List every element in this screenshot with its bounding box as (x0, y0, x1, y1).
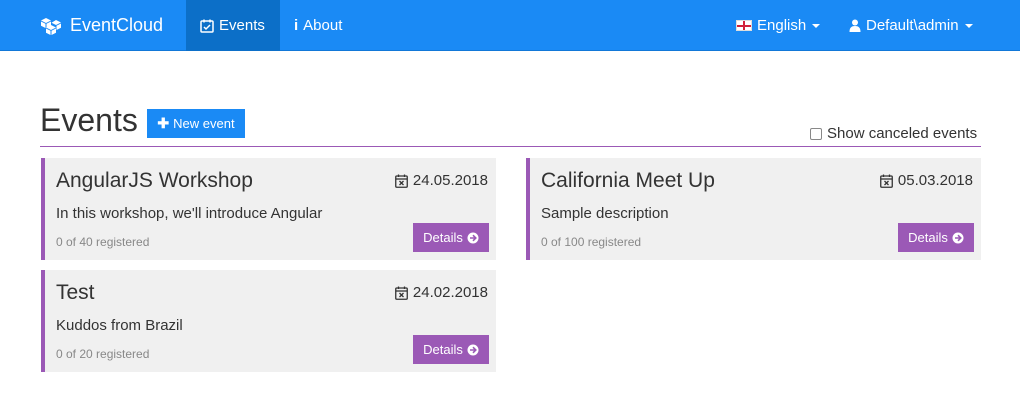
event-date-text: 05.03.2018 (897, 172, 973, 189)
cubes-icon (41, 17, 61, 35)
language-label: English (757, 17, 807, 34)
details-label: Details (908, 230, 948, 245)
event-date-text: 24.05.2018 (412, 172, 488, 189)
event-card: Test 24.02.2018 Kuddos from Brazil 0 of … (41, 270, 496, 372)
language-dropdown[interactable]: English (736, 0, 821, 51)
event-description: Sample description (541, 205, 669, 222)
new-event-button[interactable]: ✚ New event (147, 109, 245, 138)
event-details-button[interactable]: Details (898, 223, 974, 252)
nav-events[interactable]: Events (186, 0, 280, 51)
user-label: Default\admin (866, 17, 959, 34)
arrow-circle-right-icon (467, 344, 479, 356)
event-card: AngularJS Workshop 24.05.2018 In this wo… (41, 158, 496, 260)
event-date: 24.05.2018 (395, 172, 488, 189)
show-canceled-toggle[interactable]: Show canceled events (810, 125, 977, 142)
event-registered-count: 0 of 100 registered (541, 235, 642, 249)
event-title: California Meet Up (541, 169, 715, 192)
user-icon (849, 19, 861, 32)
arrow-circle-right-icon (467, 232, 479, 244)
details-label: Details (423, 230, 463, 245)
details-label: Details (423, 342, 463, 357)
top-navbar: EventCloud Events i About English Defaul (0, 0, 1020, 51)
caret-down-icon (964, 23, 973, 28)
plus-icon: ✚ (157, 115, 170, 131)
calendar-times-icon (395, 174, 408, 188)
nav-about-label: About (303, 17, 343, 34)
calendar-times-icon (880, 174, 893, 188)
nav-events-label: Events (219, 17, 265, 34)
arrow-circle-right-icon (952, 232, 964, 244)
event-title: AngularJS Workshop (56, 169, 253, 192)
header-divider (40, 146, 981, 147)
event-registered-count: 0 of 40 registered (56, 235, 150, 249)
event-description: Kuddos from Brazil (56, 317, 183, 334)
event-details-button[interactable]: Details (413, 335, 489, 364)
england-flag-icon (736, 20, 752, 31)
brand-name: EventCloud (70, 15, 164, 35)
event-date: 24.02.2018 (395, 284, 488, 301)
caret-down-icon (812, 23, 821, 28)
calendar-times-icon (395, 286, 408, 300)
calendar-check-icon (200, 19, 214, 33)
page-title: Events (40, 102, 138, 138)
event-date: 05.03.2018 (880, 172, 973, 189)
event-description: In this workshop, we'll introduce Angula… (56, 205, 323, 222)
brand-link[interactable]: EventCloud (40, 0, 163, 51)
event-details-button[interactable]: Details (413, 223, 489, 252)
new-event-label: New event (173, 116, 235, 131)
nav-about[interactable]: i About (280, 0, 356, 51)
show-canceled-checkbox[interactable] (810, 127, 822, 140)
user-dropdown[interactable]: Default\admin (849, 0, 973, 51)
event-card: California Meet Up 05.03.2018 Sample des… (526, 158, 981, 260)
event-date-text: 24.02.2018 (412, 284, 488, 301)
event-registered-count: 0 of 20 registered (56, 347, 150, 361)
event-title: Test (56, 281, 95, 304)
info-icon: i (294, 17, 299, 34)
show-canceled-label: Show canceled events (827, 125, 978, 142)
